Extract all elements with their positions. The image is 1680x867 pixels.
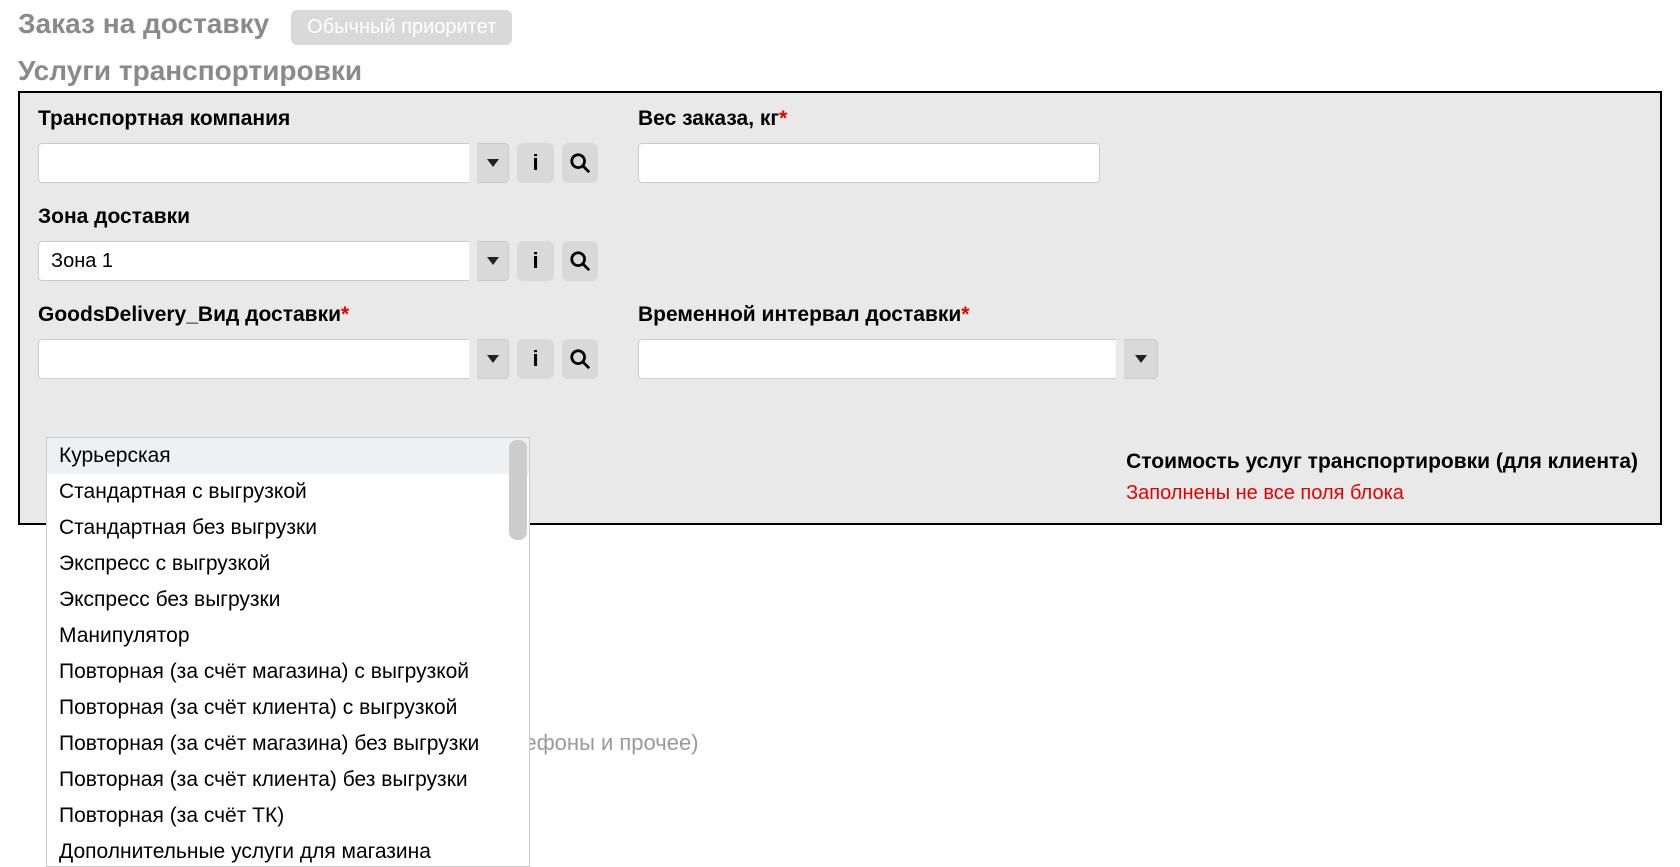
dropdown-option[interactable]: Курьерская: [47, 438, 529, 474]
time-interval-input[interactable]: [638, 339, 1116, 379]
delivery-type-dropdown-toggle[interactable]: [477, 339, 510, 379]
delivery-zone-search-button[interactable]: [562, 241, 598, 281]
dropdown-option[interactable]: Стандартная с выгрузкой: [47, 474, 529, 510]
dropdown-option[interactable]: Повторная (за счёт ТК): [47, 798, 529, 834]
label-delivery-zone: Зона доставки: [38, 205, 598, 229]
section-title-transport-services: Услуги транспортировки: [18, 55, 1662, 87]
transport-company-search-button[interactable]: [562, 143, 598, 183]
delivery-type-dropdown-list: КурьерскаяСтандартная с выгрузкойСтандар…: [46, 437, 530, 867]
chevron-down-icon: [1135, 355, 1147, 363]
dropdown-option[interactable]: Манипулятор: [47, 618, 529, 654]
breadcrumb-delivery-order: Заказ на доставку: [18, 8, 269, 40]
dropdown-option[interactable]: Повторная (за счёт магазина) без выгрузк…: [47, 726, 529, 762]
delivery-type-info-button[interactable]: i: [517, 339, 553, 379]
delivery-type-input[interactable]: [38, 339, 469, 379]
delivery-zone-dropdown-toggle[interactable]: [477, 241, 510, 281]
dropdown-option[interactable]: Повторная (за счёт магазина) с выгрузкой: [47, 654, 529, 690]
chevron-down-icon: [487, 355, 499, 363]
label-transport-company: Транспортная компания: [38, 107, 598, 131]
scrollbar-thumb[interactable]: [509, 440, 527, 540]
dropdown-option[interactable]: Дополнительные услуги для магазина: [47, 834, 529, 867]
chevron-down-icon: [487, 159, 499, 167]
delivery-type-search-button[interactable]: [562, 339, 598, 379]
search-icon: [569, 152, 591, 174]
transport-company-dropdown-toggle[interactable]: [477, 143, 510, 183]
search-icon: [569, 348, 591, 370]
label-order-weight: Вес заказа, кг*: [638, 107, 1158, 131]
transport-company-info-button[interactable]: i: [517, 143, 553, 183]
chevron-down-icon: [487, 257, 499, 265]
dropdown-option[interactable]: Экспресс с выгрузкой: [47, 546, 529, 582]
transport-services-panel: Транспортная компания i Вес заказа, кг*: [18, 91, 1662, 525]
order-weight-input[interactable]: [638, 143, 1100, 183]
delivery-zone-info-button[interactable]: i: [517, 241, 553, 281]
dropdown-option[interactable]: Экспресс без выгрузки: [47, 582, 529, 618]
info-icon: i: [533, 150, 539, 176]
cost-title: Стоимость услуг транспортировки (для кли…: [1126, 450, 1638, 474]
cost-error-message: Заполнены не все поля блока: [1126, 482, 1638, 505]
delivery-zone-input[interactable]: [38, 241, 469, 281]
time-interval-dropdown-toggle[interactable]: [1124, 339, 1158, 379]
label-delivery-type: GoodsDelivery_Вид доставки*: [38, 303, 598, 327]
search-icon: [569, 250, 591, 272]
info-icon: i: [533, 248, 539, 274]
info-icon: i: [533, 346, 539, 372]
transport-company-input[interactable]: [38, 143, 469, 183]
label-time-interval: Временной интервал доставки*: [638, 303, 1158, 327]
dropdown-option[interactable]: Стандартная без выгрузки: [47, 510, 529, 546]
dropdown-option[interactable]: Повторная (за счёт клиента) с выгрузкой: [47, 690, 529, 726]
priority-button[interactable]: Обычный приоритет: [291, 10, 512, 45]
